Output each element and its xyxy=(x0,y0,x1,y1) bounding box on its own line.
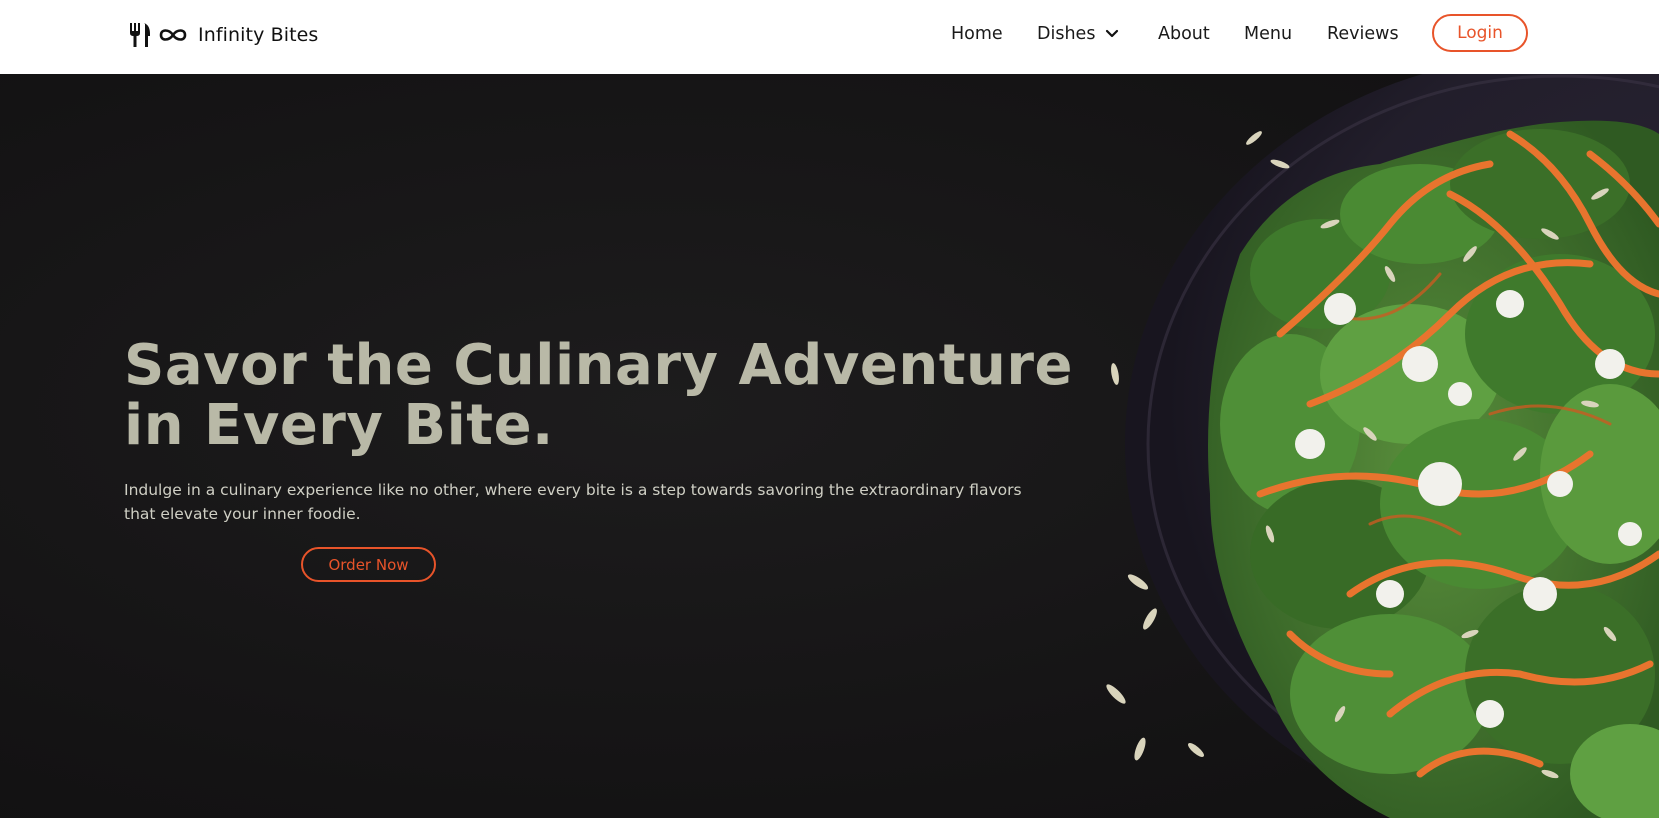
nav-link-about[interactable]: About xyxy=(1158,23,1210,45)
order-now-button[interactable]: Order Now xyxy=(301,547,436,582)
nav-link-dishes-label: Dishes xyxy=(1037,24,1096,44)
hero-title: Savor the Culinary Adventure in Every Bi… xyxy=(124,336,1084,456)
hero-subtitle-line-2: that elevate your inner foodie. xyxy=(124,505,361,523)
nav-link-menu[interactable]: Menu xyxy=(1244,23,1292,45)
nav-link-dishes[interactable]: Dishes xyxy=(1037,23,1119,45)
navbar: Infinity Bites Home Dishes About Menu Re… xyxy=(0,0,1659,74)
chevron-down-icon xyxy=(1106,29,1119,38)
nav-link-reviews[interactable]: Reviews xyxy=(1327,23,1399,45)
hero-title-line-1: Savor the Culinary Adventure xyxy=(124,333,1073,398)
hero-title-line-2: in Every Bite. xyxy=(124,393,554,458)
hero-subtitle-line-1: Indulge in a culinary experience like no… xyxy=(124,481,1022,499)
salad-bowl-image xyxy=(1106,74,1659,818)
nav-link-home[interactable]: Home xyxy=(951,23,1003,45)
hero-subtitle: Indulge in a culinary experience like no… xyxy=(124,478,1054,526)
hero-section: Savor the Culinary Adventure in Every Bi… xyxy=(0,74,1659,818)
login-button[interactable]: Login xyxy=(1432,14,1528,52)
main-nav: Home Dishes About Menu Reviews xyxy=(0,0,1659,74)
